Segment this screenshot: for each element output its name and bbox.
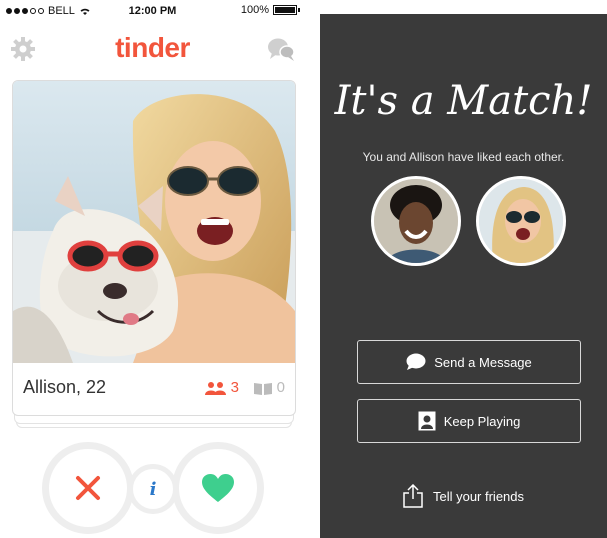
info-button[interactable]: i <box>128 464 178 514</box>
battery-group: 100% <box>240 4 300 16</box>
book-icon <box>253 382 272 395</box>
action-buttons: i <box>0 440 305 538</box>
send-message-button[interactable]: Send a Message <box>357 340 581 384</box>
chat-bubbles-icon[interactable] <box>267 36 295 62</box>
profile-photo <box>13 81 295 363</box>
avatar-user <box>371 176 461 266</box>
shared-interests[interactable]: 0 <box>253 379 285 396</box>
tinder-logo: tinder <box>115 32 190 63</box>
match-screen: It's a Match! You and Allison have liked… <box>320 14 607 538</box>
profile-name-age: Allison, 22 <box>23 377 107 397</box>
match-title: It's a Match! <box>334 78 593 124</box>
send-message-label: Send a Message <box>434 354 532 370</box>
keep-playing-label: Keep Playing <box>443 413 521 429</box>
keep-playing-button[interactable]: Keep Playing <box>357 399 581 443</box>
x-icon <box>76 476 100 500</box>
avatar-match <box>476 176 566 266</box>
match-subtitle: You and Allison have liked each other. <box>362 150 565 164</box>
shared-friends[interactable]: 3 <box>204 379 239 396</box>
tell-friends-button[interactable]: Tell your friends <box>320 484 607 508</box>
people-icon <box>204 381 226 395</box>
profile-card[interactable]: Allison, 22 3 0 <box>12 80 296 416</box>
shared-interests-count: 0 <box>276 379 285 396</box>
tinder-card-screen: BELL 12:00 PM 100% tinder Allison, 22 3 … <box>0 0 305 538</box>
chat-bubble-icon <box>406 353 426 370</box>
portrait-icon <box>418 411 436 431</box>
share-icon <box>403 484 423 508</box>
tell-friends-label: Tell your friends <box>432 488 525 504</box>
shared-friends-count: 3 <box>230 379 239 396</box>
card-info-bar: Allison, 22 3 0 <box>13 363 295 415</box>
heart-icon <box>202 474 234 502</box>
nope-button[interactable] <box>42 442 134 534</box>
status-bar: BELL 12:00 PM 100% <box>0 0 305 22</box>
top-navbar: tinder <box>0 24 305 76</box>
like-button[interactable] <box>172 442 264 534</box>
battery-icon <box>273 5 300 15</box>
info-icon: i <box>149 478 157 500</box>
battery-percent: 100% <box>240 4 269 16</box>
